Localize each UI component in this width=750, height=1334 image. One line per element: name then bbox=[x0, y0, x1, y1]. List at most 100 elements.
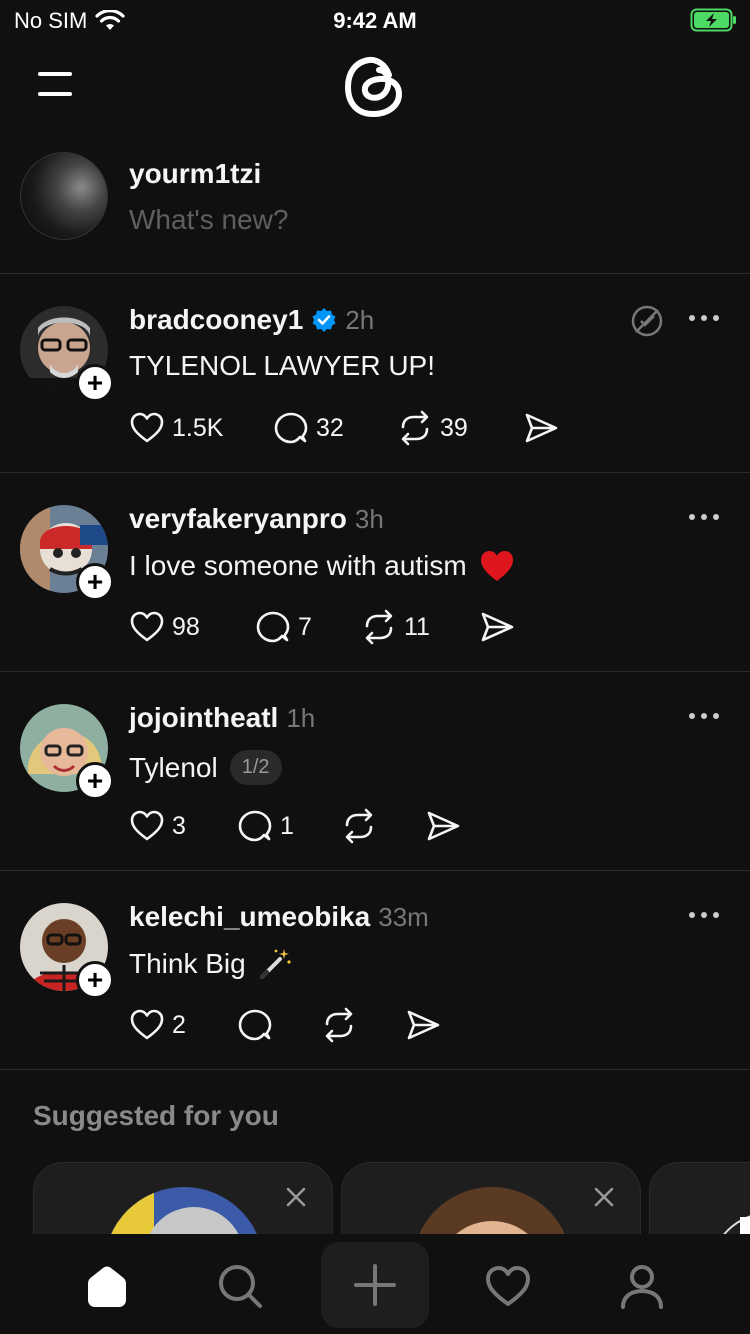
post-username[interactable]: veryfakeryanpro bbox=[129, 503, 347, 535]
post[interactable]: + veryfakeryanpro 3h I love someone with… bbox=[0, 473, 750, 672]
post-time: 1h bbox=[286, 702, 316, 733]
reply-count: 7 bbox=[298, 612, 312, 641]
battery-charging-icon bbox=[690, 8, 738, 37]
share-icon bbox=[407, 1010, 440, 1040]
compose-input[interactable]: What's new? bbox=[129, 204, 288, 236]
post-username[interactable]: bradcooney1 bbox=[129, 304, 303, 336]
repost-button[interactable] bbox=[340, 807, 424, 845]
like-button[interactable]: 1.5K bbox=[128, 409, 272, 447]
threads-logo[interactable] bbox=[343, 53, 407, 119]
repost-count: 11 bbox=[404, 612, 430, 641]
post-actions: 2 bbox=[128, 1005, 442, 1045]
post-username[interactable]: jojointheatl bbox=[129, 702, 278, 734]
heart-icon bbox=[130, 1009, 164, 1040]
follow-button[interactable]: + bbox=[76, 364, 114, 402]
reply-button[interactable]: 1 bbox=[236, 807, 340, 845]
post-time: 2h bbox=[345, 304, 375, 335]
share-button[interactable] bbox=[424, 807, 462, 845]
reply-count: 1 bbox=[280, 811, 294, 840]
create-icon bbox=[354, 1264, 396, 1306]
compose-username: yourm1tzi bbox=[129, 158, 262, 189]
search-icon bbox=[219, 1265, 262, 1308]
repost-button[interactable]: 11 bbox=[360, 608, 478, 646]
heart-icon bbox=[130, 611, 164, 642]
like-count: 1.5K bbox=[172, 413, 224, 442]
like-button[interactable]: 2 bbox=[128, 1006, 236, 1044]
post[interactable]: + jojointheatl 1h Tylenol 1/2 3 1 bbox=[0, 672, 750, 871]
reply-count: 32 bbox=[316, 413, 344, 442]
avatar[interactable] bbox=[650, 1163, 750, 1240]
post-body: I love someone with autism bbox=[129, 550, 467, 581]
like-count: 3 bbox=[172, 811, 186, 840]
post-text: Think Big bbox=[129, 947, 292, 981]
share-button[interactable] bbox=[404, 1006, 442, 1044]
post-body: Tylenol bbox=[129, 751, 218, 783]
post-header: veryfakeryanpro 3h bbox=[129, 503, 384, 535]
avatar[interactable] bbox=[412, 1187, 572, 1240]
post[interactable]: + bradcooney1 2h TYLENOL LAWYER UP! 1.5K… bbox=[0, 274, 750, 473]
reply-icon bbox=[238, 1009, 272, 1041]
activity-icon bbox=[486, 1266, 530, 1306]
reply-button[interactable]: 7 bbox=[254, 608, 360, 646]
more-icon[interactable] bbox=[688, 312, 720, 324]
nav-home[interactable] bbox=[77, 1256, 137, 1316]
post-body: Think Big bbox=[129, 948, 246, 979]
like-button[interactable]: 98 bbox=[128, 608, 254, 646]
follow-button[interactable]: + bbox=[76, 762, 114, 800]
compose-box[interactable]: yourm1tzi What's new? bbox=[0, 150, 750, 274]
post-time: 33m bbox=[378, 901, 429, 932]
suggested-card[interactable] bbox=[341, 1162, 641, 1240]
more-icon[interactable] bbox=[688, 710, 720, 722]
post-header: jojointheatl 1h bbox=[129, 702, 315, 734]
reply-button[interactable] bbox=[236, 1006, 320, 1044]
share-icon bbox=[525, 413, 558, 443]
avatar[interactable] bbox=[104, 1187, 264, 1240]
share-icon bbox=[427, 811, 460, 841]
follow-button[interactable]: + bbox=[76, 563, 114, 601]
like-button[interactable]: 3 bbox=[128, 807, 236, 845]
nav-profile[interactable] bbox=[612, 1256, 672, 1316]
close-icon[interactable] bbox=[284, 1185, 308, 1209]
repost-count: 39 bbox=[440, 413, 468, 442]
reply-icon bbox=[238, 810, 272, 842]
like-count: 98 bbox=[172, 612, 200, 641]
repost-icon bbox=[345, 808, 373, 844]
reply-icon bbox=[274, 412, 308, 444]
suggested-title: Suggested for you bbox=[33, 1100, 279, 1131]
nav-create[interactable] bbox=[321, 1242, 429, 1328]
verified-icon bbox=[312, 308, 336, 332]
follow-button[interactable]: + bbox=[76, 961, 114, 999]
mute-icon[interactable] bbox=[630, 304, 664, 338]
share-button[interactable] bbox=[478, 608, 516, 646]
repost-icon bbox=[325, 1007, 353, 1043]
like-count: 2 bbox=[172, 1010, 186, 1039]
close-icon[interactable] bbox=[592, 1185, 616, 1209]
suggested-section: Suggested for you bbox=[0, 1070, 750, 1240]
heart-emoji-icon bbox=[480, 551, 513, 581]
status-bar: No SIM 9:42 AM bbox=[0, 0, 750, 40]
menu-icon[interactable] bbox=[36, 68, 76, 100]
post-time: 3h bbox=[354, 503, 384, 534]
page-indicator: 1/2 bbox=[229, 750, 282, 785]
post-actions: 3 1 bbox=[128, 806, 462, 846]
post-text: I love someone with autism bbox=[129, 549, 515, 583]
nav-search[interactable] bbox=[210, 1256, 270, 1316]
post-text: Tylenol 1/2 bbox=[129, 750, 282, 785]
more-icon[interactable] bbox=[688, 909, 720, 921]
post[interactable]: + kelechi_umeobika 33m Think Big 2 bbox=[0, 871, 750, 1070]
suggested-card[interactable] bbox=[649, 1162, 750, 1240]
share-button[interactable] bbox=[522, 409, 560, 447]
repost-button[interactable] bbox=[320, 1006, 404, 1044]
more-icon[interactable] bbox=[688, 511, 720, 523]
avatar[interactable] bbox=[20, 152, 108, 240]
repost-button[interactable]: 39 bbox=[396, 409, 522, 447]
post-header: bradcooney1 2h bbox=[129, 304, 374, 336]
top-bar bbox=[0, 48, 750, 124]
post-text: TYLENOL LAWYER UP! bbox=[129, 350, 435, 382]
status-time: 9:42 AM bbox=[333, 8, 417, 33]
repost-icon bbox=[365, 609, 393, 645]
suggested-card[interactable] bbox=[33, 1162, 333, 1240]
nav-activity[interactable] bbox=[478, 1256, 538, 1316]
post-username[interactable]: kelechi_umeobika bbox=[129, 901, 370, 933]
reply-button[interactable]: 32 bbox=[272, 409, 396, 447]
